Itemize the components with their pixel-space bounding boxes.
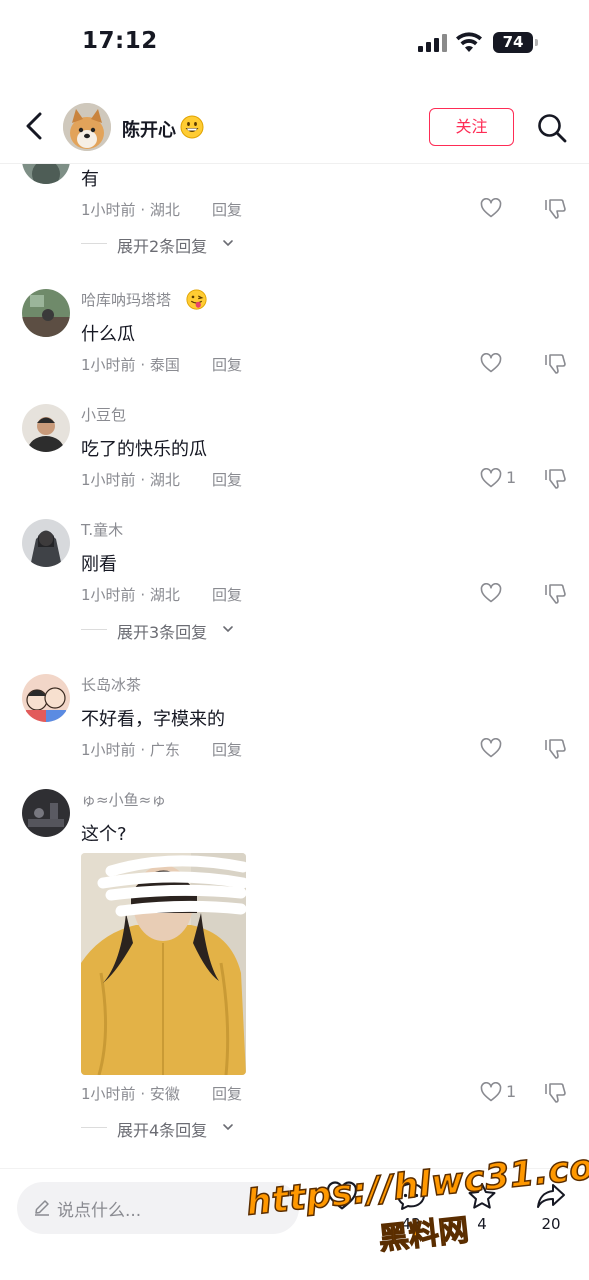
comment-text: 什么瓜: [81, 324, 135, 345]
post-comment-count: 43: [401, 1215, 421, 1233]
favorite-button[interactable]: 4: [460, 1181, 504, 1247]
chevron-down-icon: [223, 240, 233, 247]
input-placeholder: 说点什么...: [57, 1201, 142, 1221]
reply-button[interactable]: 回复: [212, 1083, 242, 1104]
post-favorite-count: 4: [477, 1215, 487, 1233]
heart-icon: [327, 1181, 357, 1210]
star-icon: [468, 1183, 496, 1209]
tongue-emoji-icon: [186, 289, 207, 310]
comment-text: 这个?: [81, 824, 127, 845]
chevron-down-icon: [223, 626, 233, 633]
reply-button[interactable]: 回复: [212, 584, 242, 605]
heart-icon: [480, 468, 502, 488]
dislike-icon[interactable]: [543, 467, 567, 491]
comment-text: 刚看: [81, 554, 117, 575]
status-bar: 17:12 74: [0, 0, 589, 88]
heart-icon: [480, 1082, 502, 1102]
commenter-name[interactable]: 长岛冰茶: [81, 674, 141, 695]
avatar[interactable]: [63, 103, 111, 151]
heart-icon: [480, 583, 502, 603]
dislike-icon[interactable]: [543, 1081, 567, 1105]
battery-indicator: 74: [493, 32, 538, 53]
chevron-down-icon: [223, 1124, 233, 1131]
status-time: 17:12: [82, 28, 158, 54]
username[interactable]: 陈开心: [122, 116, 176, 142]
comment-input[interactable]: 说点什么...: [17, 1182, 299, 1234]
comment-meta: 1小时前 · 湖北: [81, 586, 180, 604]
comment-meta: 1小时前 · 泰国: [81, 356, 180, 374]
comment-meta: 1小时前 · 广东: [81, 741, 180, 759]
dislike-icon[interactable]: [543, 582, 567, 606]
header: 陈开心 关注: [0, 88, 589, 164]
comment-button[interactable]: 43: [389, 1181, 433, 1247]
commenter-name[interactable]: 小豆包: [81, 404, 126, 425]
like-button[interactable]: [480, 582, 520, 606]
grin-emoji-icon: [180, 115, 204, 139]
like-button[interactable]: [480, 197, 520, 221]
comment-meta: 1小时前 · 湖北: [81, 201, 180, 219]
like-post-button[interactable]: [320, 1181, 364, 1247]
like-count: 1: [506, 468, 517, 487]
dislike-icon[interactable]: [543, 352, 567, 376]
like-button[interactable]: [480, 352, 520, 376]
commenter-avatar[interactable]: [22, 404, 70, 452]
reply-button[interactable]: 回复: [212, 469, 242, 490]
commenter-avatar[interactable]: [22, 519, 70, 567]
like-count: 1: [506, 1082, 517, 1101]
commenter-avatar[interactable]: [22, 164, 70, 184]
commenter-avatar[interactable]: [22, 789, 70, 837]
like-button[interactable]: [480, 737, 520, 761]
reply-button[interactable]: 回复: [212, 739, 242, 760]
comment-meta: 1小时前 · 安徽: [81, 1085, 180, 1103]
comment-text: 有: [81, 169, 99, 190]
reply-button[interactable]: 回复: [212, 354, 242, 375]
commenter-avatar[interactable]: [22, 674, 70, 722]
like-button[interactable]: 1: [480, 467, 520, 491]
like-button[interactable]: 1: [480, 1081, 520, 1105]
commenter-name[interactable]: T.童木: [81, 519, 123, 540]
comment-text: 吃了的快乐的瓜: [81, 439, 207, 460]
comment-icon: [397, 1183, 425, 1210]
signal-icon: [418, 34, 448, 52]
heart-icon: [480, 353, 502, 373]
search-icon[interactable]: [536, 112, 568, 144]
follow-button[interactable]: 关注: [429, 108, 514, 146]
comment-list[interactable]: 有 1小时前 · 湖北 回复 展开2条回复 哈库呐玛塔塔 什么瓜 1小时前 · …: [0, 164, 589, 1168]
dislike-icon[interactable]: [543, 737, 567, 761]
reply-button[interactable]: 回复: [212, 199, 242, 220]
share-icon: [537, 1184, 565, 1208]
commenter-avatar[interactable]: [22, 289, 70, 337]
heart-icon: [480, 738, 502, 758]
heart-icon: [480, 198, 502, 218]
pencil-icon: [35, 1200, 49, 1216]
post-share-count: 20: [541, 1215, 561, 1233]
comment-text: 不好看，字模来的: [81, 709, 225, 730]
dislike-icon[interactable]: [543, 197, 567, 221]
share-button[interactable]: 20: [529, 1181, 573, 1247]
bottom-bar: 说点什么... 43 4 20: [0, 1168, 589, 1280]
comment-image[interactable]: [81, 853, 246, 1075]
wifi-icon: [456, 32, 482, 52]
commenter-name[interactable]: 哈库呐玛塔塔: [81, 289, 171, 310]
back-icon[interactable]: [20, 110, 48, 142]
commenter-name[interactable]: ゅ≈小鱼≈ゅ: [81, 789, 166, 810]
comment-meta: 1小时前 · 湖北: [81, 471, 180, 489]
